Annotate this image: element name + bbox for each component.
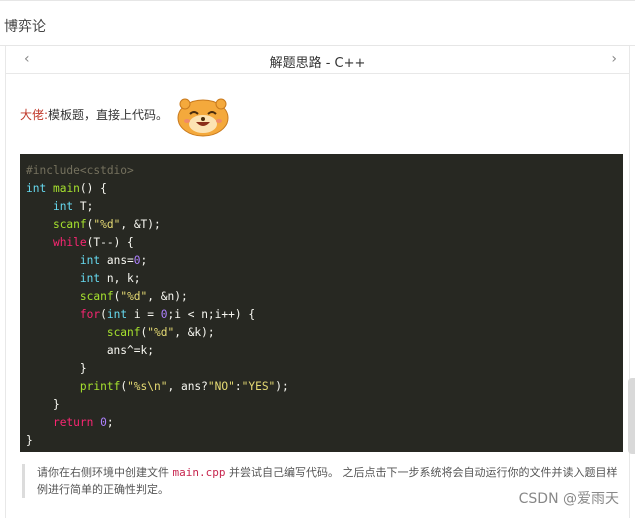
- intro-text: 大佬:模板题，直接上代码。: [20, 106, 168, 123]
- tip-text-1: 请你在右侧环境中创建文件: [37, 466, 173, 479]
- code-line: printf("%s\n", ans?"NO":"YES");: [79, 380, 289, 393]
- sub-header: ‹ 解题思路 - C++ ›: [6, 46, 629, 74]
- code-line: scanf("%d", &T);: [52, 218, 161, 231]
- side-panel-handle[interactable]: [628, 378, 635, 454]
- code-line: int main() {: [26, 182, 107, 195]
- code-line: scanf("%d", &n);: [79, 290, 188, 303]
- speaker-label: 大佬:: [20, 108, 49, 122]
- watermark: CSDN @爱雨天: [518, 491, 619, 507]
- chevron-right-icon[interactable]: ›: [611, 51, 617, 67]
- code-line: scanf("%d", &k);: [106, 326, 215, 339]
- code-content: #include<cstdio> int main() { int T; sca…: [26, 162, 623, 450]
- code-line: int ans=0;: [79, 254, 148, 267]
- code-line: return 0;: [52, 416, 114, 429]
- bear-emoji-icon: [177, 98, 229, 137]
- intro-body: 模板题，直接上代码。: [48, 108, 169, 122]
- section-title: 解题思路 - C++: [269, 56, 366, 71]
- filename-code: main.cpp: [172, 466, 226, 479]
- code-line: int n, k;: [79, 272, 141, 285]
- code-line: }: [26, 398, 60, 411]
- code-block[interactable]: #include<cstdio> int main() { int T; sca…: [20, 154, 623, 452]
- top-bar: 博弈论: [0, 0, 635, 46]
- code-line: }: [26, 434, 33, 447]
- page-title: 博弈论: [4, 19, 46, 35]
- code-line: while(T--) {: [52, 236, 134, 249]
- code-line: for(int i = 0;i < n;i++) {: [79, 308, 256, 321]
- code-line: #include<cstdio>: [26, 164, 134, 177]
- code-line: int T;: [52, 200, 94, 213]
- code-line: }: [26, 362, 87, 375]
- content-panel: ‹ 解题思路 - C++ › 大佬:模板题，直接上代码。 #include<cs…: [5, 46, 630, 518]
- code-line: ans^=k;: [26, 344, 154, 357]
